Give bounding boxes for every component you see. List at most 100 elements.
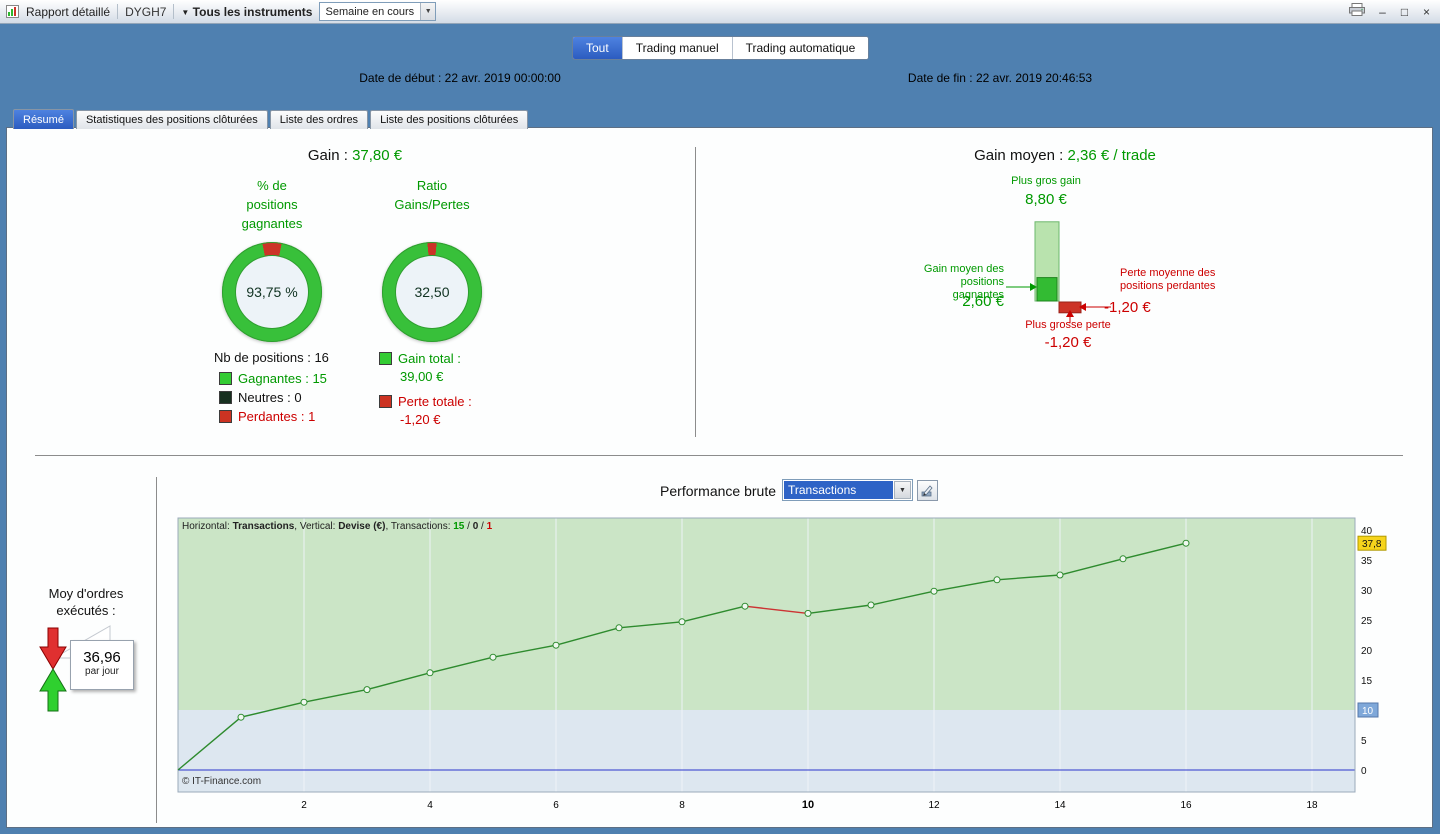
ratio-donut-title: Ratio Gains/Pertes bbox=[394, 178, 470, 212]
minimize-button[interactable]: – bbox=[1375, 3, 1390, 21]
print-button[interactable] bbox=[1346, 2, 1368, 21]
loss-total-value: -1,20 € bbox=[400, 412, 441, 427]
legend-row-perdantes: Perdantes : 1 bbox=[219, 407, 327, 426]
tab-statistiques[interactable]: Statistiques des positions clôturées bbox=[75, 110, 268, 129]
down-arrow-icon bbox=[39, 627, 67, 670]
date-start-label: Date de début : bbox=[359, 71, 442, 85]
perdantes-swatch bbox=[219, 410, 232, 423]
date-start-value: 22 avr. 2019 00:00:00 bbox=[444, 71, 561, 85]
date-end: Date de fin : 22 avr. 2019 20:46:53 bbox=[845, 71, 1155, 85]
svg-text:10: 10 bbox=[1362, 706, 1374, 717]
positions-legend: Gagnantes : 15 Neutres : 0 Perdantes : 1 bbox=[219, 369, 327, 426]
separator bbox=[173, 4, 175, 19]
gagnantes-label: Gagnantes : 15 bbox=[238, 371, 327, 386]
svg-text:40: 40 bbox=[1361, 526, 1373, 537]
orders-label: Moy d'ordres exécutés : bbox=[48, 586, 124, 618]
tab-liste-positions[interactable]: Liste des positions clôturées bbox=[370, 110, 529, 129]
report-window: Rapport détaillé DYGH7 ▼ Tous les instru… bbox=[0, 0, 1440, 834]
svg-text:35: 35 bbox=[1361, 556, 1373, 567]
perdantes-label: Perdantes : 1 bbox=[238, 409, 316, 424]
avg-loss-label: Perte moyenne des positions perdantes bbox=[1120, 267, 1216, 292]
svg-text:5: 5 bbox=[1361, 736, 1367, 747]
tab-resume[interactable]: Résumé bbox=[13, 109, 74, 129]
performance-chart[interactable]: 0 5 15 20 25 30 35 40 37,8 10 2 4 6 8 10 12 14 16 18 Horizo… bbox=[160, 512, 1436, 828]
gain-total-row: Gain total : bbox=[379, 351, 472, 366]
date-start: Date de début : 22 avr. 2019 00:00:00 bbox=[295, 71, 625, 85]
neutres-label: Neutres : 0 bbox=[238, 390, 302, 405]
close-button[interactable]: × bbox=[1419, 3, 1434, 21]
orders-per-day-box: 36,96 par jour bbox=[70, 640, 134, 690]
performance-title: Performance brute bbox=[660, 483, 776, 499]
chart-settings-button[interactable] bbox=[917, 480, 938, 501]
pencil-icon bbox=[921, 485, 933, 497]
maximize-button[interactable]: □ bbox=[1397, 3, 1412, 21]
gain-line: Gain : 37,80 € bbox=[240, 147, 470, 164]
instruments-filter-label: Tous les instruments bbox=[192, 4, 313, 19]
tab-tout[interactable]: Tout bbox=[573, 37, 623, 59]
gain-total-label: Gain total : bbox=[398, 351, 461, 366]
winrate-donut-title: % de positions gagnantes bbox=[241, 178, 303, 231]
date-end-label: Date de fin : bbox=[907, 71, 973, 85]
period-select-value: Semaine en cours bbox=[325, 5, 415, 18]
gain-value: 37,80 € bbox=[352, 147, 403, 164]
instrument-tab[interactable]: DYGH7 bbox=[125, 5, 166, 19]
winrate-value: 93,75 % bbox=[246, 284, 298, 300]
gagnantes-swatch bbox=[219, 372, 232, 385]
svg-text:0: 0 bbox=[1361, 766, 1367, 777]
dropdown-arrow-icon: ▼ bbox=[420, 3, 436, 20]
report-icon bbox=[6, 5, 19, 18]
svg-text:14: 14 bbox=[1054, 800, 1066, 811]
tab-liste-ordres[interactable]: Liste des ordres bbox=[269, 110, 369, 129]
dropdown-arrow-icon: ▼ bbox=[181, 7, 190, 17]
gain-total-value: 39,00 € bbox=[400, 369, 444, 384]
svg-text:30: 30 bbox=[1361, 586, 1373, 597]
gain-moyen-label: Gain moyen : bbox=[974, 147, 1064, 164]
svg-text:25: 25 bbox=[1361, 616, 1373, 627]
instruments-filter-button[interactable]: ▼ Tous les instruments bbox=[181, 5, 312, 19]
titlebar: Rapport détaillé DYGH7 ▼ Tous les instru… bbox=[0, 0, 1440, 24]
totals-legend: Gain total : 39,00 € Perte totale : -1,2… bbox=[379, 351, 472, 427]
neutres-swatch bbox=[219, 391, 232, 404]
avg-gain-value: 2,60 € bbox=[962, 293, 1004, 310]
dropdown-arrow-icon: ▼ bbox=[894, 481, 911, 499]
svg-text:Horizontal: Transactions, Vert: Horizontal: Transactions, Vertical: Devi… bbox=[182, 521, 493, 532]
summary-divider bbox=[695, 147, 696, 437]
tab-trading-manuel[interactable]: Trading manuel bbox=[622, 37, 733, 59]
nb-positions: Nb de positions : 16 bbox=[214, 350, 329, 365]
separator bbox=[117, 4, 119, 19]
ratio-value: 32,50 bbox=[414, 284, 450, 300]
legend-row-neutres: Neutres : 0 bbox=[219, 388, 327, 407]
svg-text:8: 8 bbox=[679, 800, 685, 811]
svg-text:© IT-Finance.com: © IT-Finance.com bbox=[182, 776, 261, 787]
winrate-donut-hole: 93,75 % bbox=[236, 256, 308, 328]
max-loss-value: -1,20 € bbox=[1044, 334, 1092, 351]
panel-tabs: Résumé Statistiques des positions clôtur… bbox=[13, 109, 529, 129]
chart-left-divider bbox=[156, 477, 157, 823]
max-loss-label: Plus grosse perte bbox=[1025, 319, 1111, 331]
svg-text:18: 18 bbox=[1306, 800, 1318, 811]
gain-moyen-line: Gain moyen : 2,36 € / trade bbox=[930, 147, 1200, 164]
svg-text:4: 4 bbox=[427, 800, 433, 811]
gain-total-swatch bbox=[379, 352, 392, 365]
svg-text:12: 12 bbox=[928, 800, 940, 811]
chart-mode-value: Transactions bbox=[784, 481, 893, 499]
period-select[interactable]: Semaine en cours ▼ bbox=[319, 2, 437, 21]
chart-mode-select[interactable]: Transactions ▼ bbox=[782, 479, 913, 501]
section-divider bbox=[35, 455, 1403, 456]
up-arrow-icon bbox=[39, 668, 67, 712]
loss-total-swatch bbox=[379, 395, 392, 408]
loss-total-label: Perte totale : bbox=[398, 394, 472, 409]
svg-text:20: 20 bbox=[1361, 646, 1373, 657]
gain-label: Gain : bbox=[307, 147, 348, 164]
svg-text:10: 10 bbox=[802, 799, 814, 811]
ratio-donut-hole: 32,50 bbox=[396, 256, 468, 328]
avg-loss-value: -1,20 € bbox=[1104, 299, 1151, 316]
loss-total-row: Perte totale : bbox=[379, 394, 472, 409]
orders-per-day-unit: par jour bbox=[85, 666, 119, 677]
orders-per-day-value: 36,96 bbox=[83, 649, 121, 666]
scope-tabs: Tout Trading manuel Trading automatique bbox=[572, 36, 870, 60]
date-end-value: 22 avr. 2019 20:46:53 bbox=[975, 71, 1093, 85]
svg-text:16: 16 bbox=[1180, 800, 1192, 811]
svg-text:6: 6 bbox=[553, 800, 559, 811]
tab-trading-automatique[interactable]: Trading automatique bbox=[732, 37, 869, 59]
